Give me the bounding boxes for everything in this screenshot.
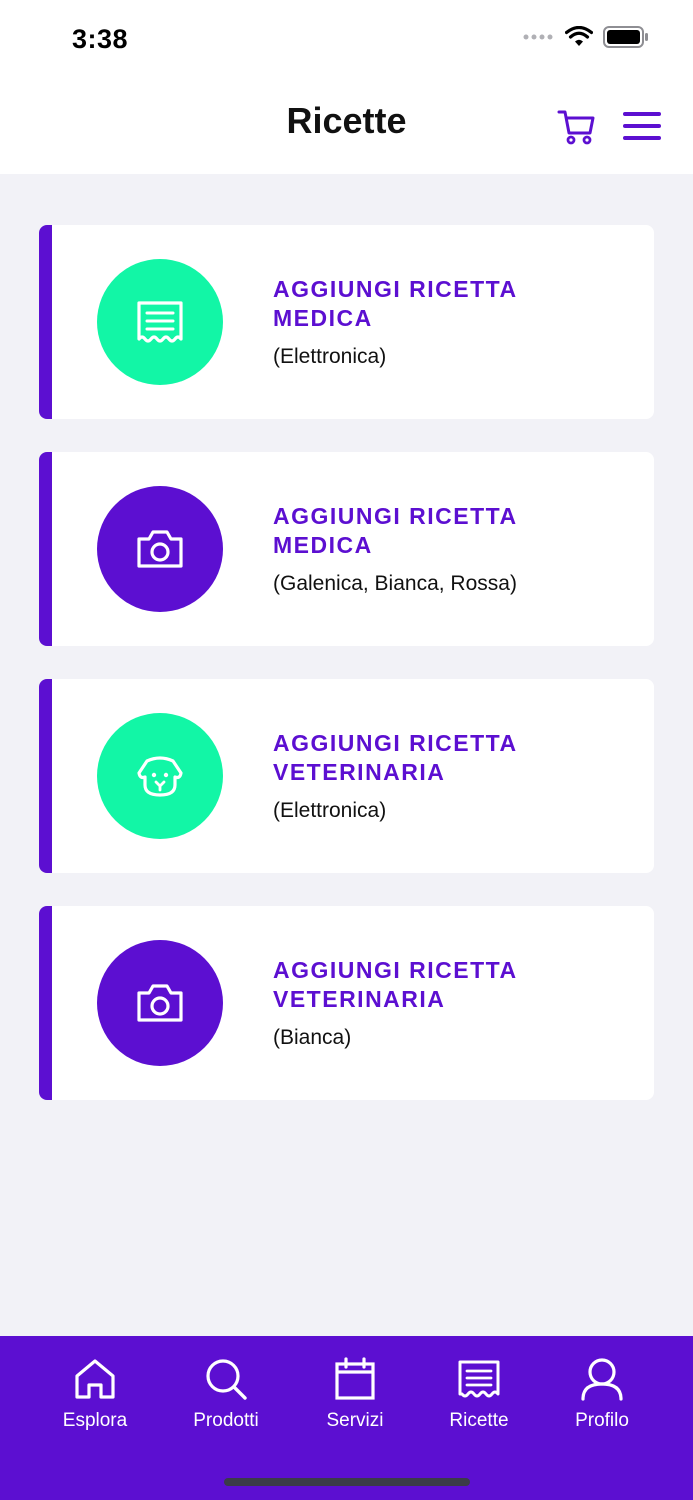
tab-label: Servizi — [326, 1410, 384, 1431]
card-subtitle: (Elettronica) — [273, 799, 387, 822]
card-accent-bar — [39, 225, 52, 419]
status-bar: 3:38 — [0, 0, 693, 80]
tab-esplora[interactable]: Esplora — [35, 1356, 155, 1432]
menu-button[interactable] — [622, 106, 662, 146]
home-indicator[interactable] — [224, 1478, 470, 1486]
tab-label: Prodotti — [193, 1410, 259, 1431]
status-time: 3:38 — [72, 24, 129, 54]
receipt-icon — [137, 301, 183, 343]
card-title: AGGIUNGI RICETTA MEDICA — [273, 276, 517, 331]
camera-icon — [137, 530, 183, 568]
search-icon — [206, 1359, 247, 1400]
tab-label: Profilo — [575, 1410, 629, 1431]
cart-icon — [557, 110, 595, 145]
hamburger-menu-icon — [623, 112, 661, 140]
wifi-icon — [565, 26, 593, 46]
card-title: AGGIUNGI RICETTA VETERINARIA — [273, 730, 517, 785]
signal-icon — [523, 34, 553, 40]
card-subtitle: (Galenica, Bianca, Rossa) — [273, 572, 517, 595]
card-title: AGGIUNGI RICETTA VETERINARIA — [273, 957, 517, 1012]
tab-servizi[interactable]: Servizi — [295, 1356, 415, 1432]
card-icon-circle — [97, 486, 223, 612]
receipt-icon — [458, 1360, 500, 1398]
tab-ricette[interactable]: Ricette — [419, 1356, 539, 1432]
card-accent-bar — [39, 452, 52, 646]
card-icon-circle — [97, 259, 223, 385]
tab-prodotti[interactable]: Prodotti — [166, 1356, 286, 1432]
card-subtitle: (Elettronica) — [273, 345, 387, 368]
tab-label: Ricette — [449, 1410, 509, 1431]
tab-profilo[interactable]: Profilo — [542, 1356, 662, 1432]
card-accent-bar — [39, 906, 52, 1100]
status-icons — [523, 26, 649, 48]
camera-icon — [137, 984, 183, 1022]
prescription-card-veterinary-paper[interactable]: AGGIUNGI RICETTA VETERINARIA (Bianca) — [39, 906, 654, 1100]
card-subtitle: (Bianca) — [273, 1026, 352, 1049]
navigation-bar: Ricette — [0, 80, 693, 174]
card-accent-bar — [39, 679, 52, 873]
card-title: AGGIUNGI RICETTA MEDICA — [273, 503, 517, 558]
calendar-icon — [335, 1357, 375, 1400]
user-icon — [581, 1358, 623, 1401]
dog-icon — [137, 756, 183, 797]
prescription-card-medical-electronic[interactable]: AGGIUNGI RICETTA MEDICA (Elettronica) — [39, 225, 654, 419]
card-icon-circle — [97, 940, 223, 1066]
battery-icon — [603, 26, 648, 48]
tab-bar: Esplora Prodotti Servizi Ricette Profilo — [0, 1336, 693, 1500]
card-icon-circle — [97, 713, 223, 839]
home-icon — [75, 1359, 115, 1399]
prescription-card-medical-paper[interactable]: AGGIUNGI RICETTA MEDICA (Galenica, Bianc… — [39, 452, 654, 646]
cart-button[interactable] — [556, 106, 596, 146]
prescription-card-veterinary-electronic[interactable]: AGGIUNGI RICETTA VETERINARIA (Elettronic… — [39, 679, 654, 873]
tab-label: Esplora — [62, 1410, 128, 1431]
